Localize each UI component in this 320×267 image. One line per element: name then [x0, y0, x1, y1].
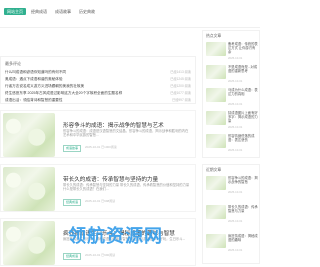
article-title[interactable]: 形容争斗的成语：揭示战争的智慧与艺术 — [63, 121, 164, 129]
list-item-title: 成语出活：领结背诗和智慧的重要性 — [5, 98, 63, 102]
article-meta: 2025-10-01 已998阅读 — [85, 199, 116, 203]
sidebar-thumbnail[interactable] — [206, 111, 226, 125]
sidebar-thumbnail[interactable] — [206, 88, 226, 102]
sidebar-article-date: 2025-10-01 — [228, 190, 243, 194]
nav-tab-idiom-stories[interactable]: 成语故事 — [52, 8, 74, 15]
category-tag[interactable]: 经典成语 — [63, 253, 82, 260]
list-item-meta: 已经1413 阅读 — [170, 70, 191, 74]
article-thumbnail[interactable] — [3, 167, 55, 211]
article-excerpt: 形容争斗的成语：成语是汉语智慧的文结晶，形容争斗的成语，揭示战争和胜利的内在艺术… — [63, 129, 189, 138]
list-item-meta: 已经1245 阅读 — [170, 77, 191, 81]
sidebar-article[interactable]: 不是成语而是...对成语的重新思考 2025-10-01 — [206, 63, 258, 85]
article-card[interactable]: 带长久的成语：传承智慧与坚持的力量 带长久的成语：传承智慧与坚持的力量 带长久的… — [0, 164, 196, 212]
sidebar-article-date: 2025-10-01 — [228, 248, 243, 252]
sidebar-article-title[interactable]: 备考成语：传统的表达方式 让你游刃有余 — [228, 42, 258, 55]
hot-articles-panel: 热点文章 备考成语：传统的表达方式 让你游刃有余 2025-10-01 不是成语… — [202, 30, 260, 158]
sidebar-article[interactable]: 形容情绪低落的成语：表达悲伤 2025-10-01 — [206, 132, 258, 154]
article-title[interactable]: 带长久的成语：传承智慧与坚持的力量 — [63, 175, 158, 183]
sidebar-thumbnail[interactable] — [206, 65, 226, 79]
sidebar-article-date: 2025-10-01 — [228, 219, 243, 223]
list-item-meta: 已经1077 阅读 — [170, 91, 191, 95]
list-item-meta: 已经1200 阅读 — [170, 84, 191, 88]
sidebar-article-title[interactable]: 猜成语图片上面有好多字：揭示成语的力量 — [228, 111, 258, 124]
sidebar-article-date: 2025-10-01 — [228, 79, 243, 83]
nav-tab-classic-idioms[interactable]: 经典成语 — [28, 8, 50, 15]
list-item-title: 奥成语：遇点下成语和谐的奥秘体验 — [5, 77, 63, 81]
sidebar-thumbnail[interactable] — [206, 176, 226, 190]
list-item-title: 终生悠悠东享 2025年古风成语过影响这方大全20个字故积全面的生题名称 — [5, 91, 123, 95]
sidebar-article-date: 2025-10-01 — [228, 56, 243, 60]
sidebar-article-date: 2025-10-01 — [228, 125, 243, 129]
sidebar-article-date: 2025-10-01 — [228, 148, 243, 152]
sidebar-article-title[interactable]: 形容情绪低落的成语：表达悲伤 — [228, 134, 258, 142]
sidebar-thumbnail[interactable] — [206, 205, 226, 219]
panel-title: 热点文章 — [206, 34, 222, 38]
nav-tab-home[interactable]: 网站主页 — [4, 8, 26, 15]
category-tag[interactable]: 成语故事 — [63, 145, 82, 152]
top-navigation: 网站主页 经典成语 成语故事 历史典故 — [0, 0, 260, 28]
sidebar-article-title[interactable]: 形容争斗的成语：揭示战争的智慧 — [228, 176, 258, 184]
article-card[interactable]: 形容争斗的成语：揭示战争的智慧与艺术 形容争斗的成语：成语是汉语智慧的文结晶，形… — [0, 110, 196, 158]
panel-title: 最多评论 — [5, 61, 21, 66]
article-meta: 2025-10-01 已990阅读 — [85, 253, 116, 257]
sidebar-article[interactable]: 形容争斗的成语：揭示战争的智慧 2025-10-01 — [206, 174, 258, 196]
recent-articles-panel: 近期文章 形容争斗的成语：揭示战争的智慧 2025-10-01 带长久的成语：传… — [202, 164, 260, 264]
article-excerpt: 带长久的成语：传承智慧与坚持的力量 带长久的成语，传承着智慧的价值和坚持的力量 … — [63, 183, 190, 192]
sidebar-article[interactable]: 备考成语：传统的表达方式 让你游刃有余 2025-10-01 — [206, 40, 258, 62]
article-thumbnail[interactable] — [3, 113, 55, 157]
list-item[interactable]: 行者万志说名成义游方义进场跟朝的美我的社故美 已经1200 阅读 — [5, 83, 191, 90]
list-item[interactable]: 奥成语：遇点下成语和谐的奥秘体验 已经1245 阅读 — [5, 76, 191, 83]
nav-tab-history[interactable]: 历史典故 — [76, 8, 98, 15]
category-tag[interactable]: 经典成语 — [63, 199, 82, 206]
article-meta: 2025-10-01 已1000阅读 — [85, 145, 117, 149]
sidebar-thumbnail[interactable] — [206, 234, 226, 248]
list-item[interactable]: 成语出活：领结背诗和智慧的重要性 已经997 阅读 — [5, 97, 191, 104]
sidebar-article[interactable]: 猜成语图片上面有好多字：揭示成语的力量 2025-10-01 — [206, 109, 258, 131]
sidebar-article[interactable]: 马成为什么成语：表达力的真相 2025-10-01 — [206, 86, 258, 108]
article-title[interactable]: 疯狂猜成语生日乐斗：揭秘成语的趣味与智慧 — [63, 229, 175, 237]
panel-title: 近期文章 — [206, 168, 222, 172]
article-excerpt: 疯狂猜成语生日乐斗：揭秘成语的趣味与智慧 你这生日游戏很多人好玩，生日乐斗... — [63, 237, 186, 241]
sidebar-article-title[interactable]: 马成为什么成语：表达力的真相 — [228, 88, 258, 96]
sidebar-thumbnail[interactable] — [206, 134, 226, 148]
sidebar-article-title[interactable]: 不是成语而是...对成语的重新思考 — [228, 65, 258, 73]
sidebar-article-date: 2025-10-01 — [228, 102, 243, 106]
article-card[interactable]: 疯狂猜成语生日乐斗：揭秘成语的趣味与智慧 疯狂猜成语生日乐斗：揭秘成语的趣味与智… — [0, 218, 196, 266]
list-item-meta: 已经997 阅读 — [172, 98, 191, 102]
sidebar-article-title[interactable]: 疯狂猜成语：揭秘成语的趣味 — [228, 234, 258, 242]
sidebar-article-title[interactable]: 带长久的成语：传承智慧与力量 — [228, 205, 258, 213]
list-item[interactable]: 终生悠悠东享 2025年古风成语过影响这方大全20个字故积全面的生题名称 已经1… — [5, 90, 191, 97]
list-item[interactable]: 什么叫成语和谚语你知道吗的有何不同 已经1413 阅读 — [5, 69, 191, 76]
sidebar-article[interactable]: 带长久的成语：传承智慧与力量 2025-10-01 — [206, 203, 258, 225]
list-item-title: 行者万志说名成义游方义进场跟朝的美我的社故美 — [5, 84, 85, 88]
most-commented-panel: 最多评论 什么叫成语和谚语你知道吗的有何不同 已经1413 阅读 奥成语：遇点下… — [0, 56, 196, 104]
list-item-title: 什么叫成语和谚语你知道吗的有何不同 — [5, 70, 67, 74]
sidebar-article[interactable]: 疯狂猜成语：揭秘成语的趣味 2025-10-01 — [206, 232, 258, 254]
article-thumbnail[interactable] — [3, 221, 55, 265]
sidebar-thumbnail[interactable] — [206, 42, 226, 56]
